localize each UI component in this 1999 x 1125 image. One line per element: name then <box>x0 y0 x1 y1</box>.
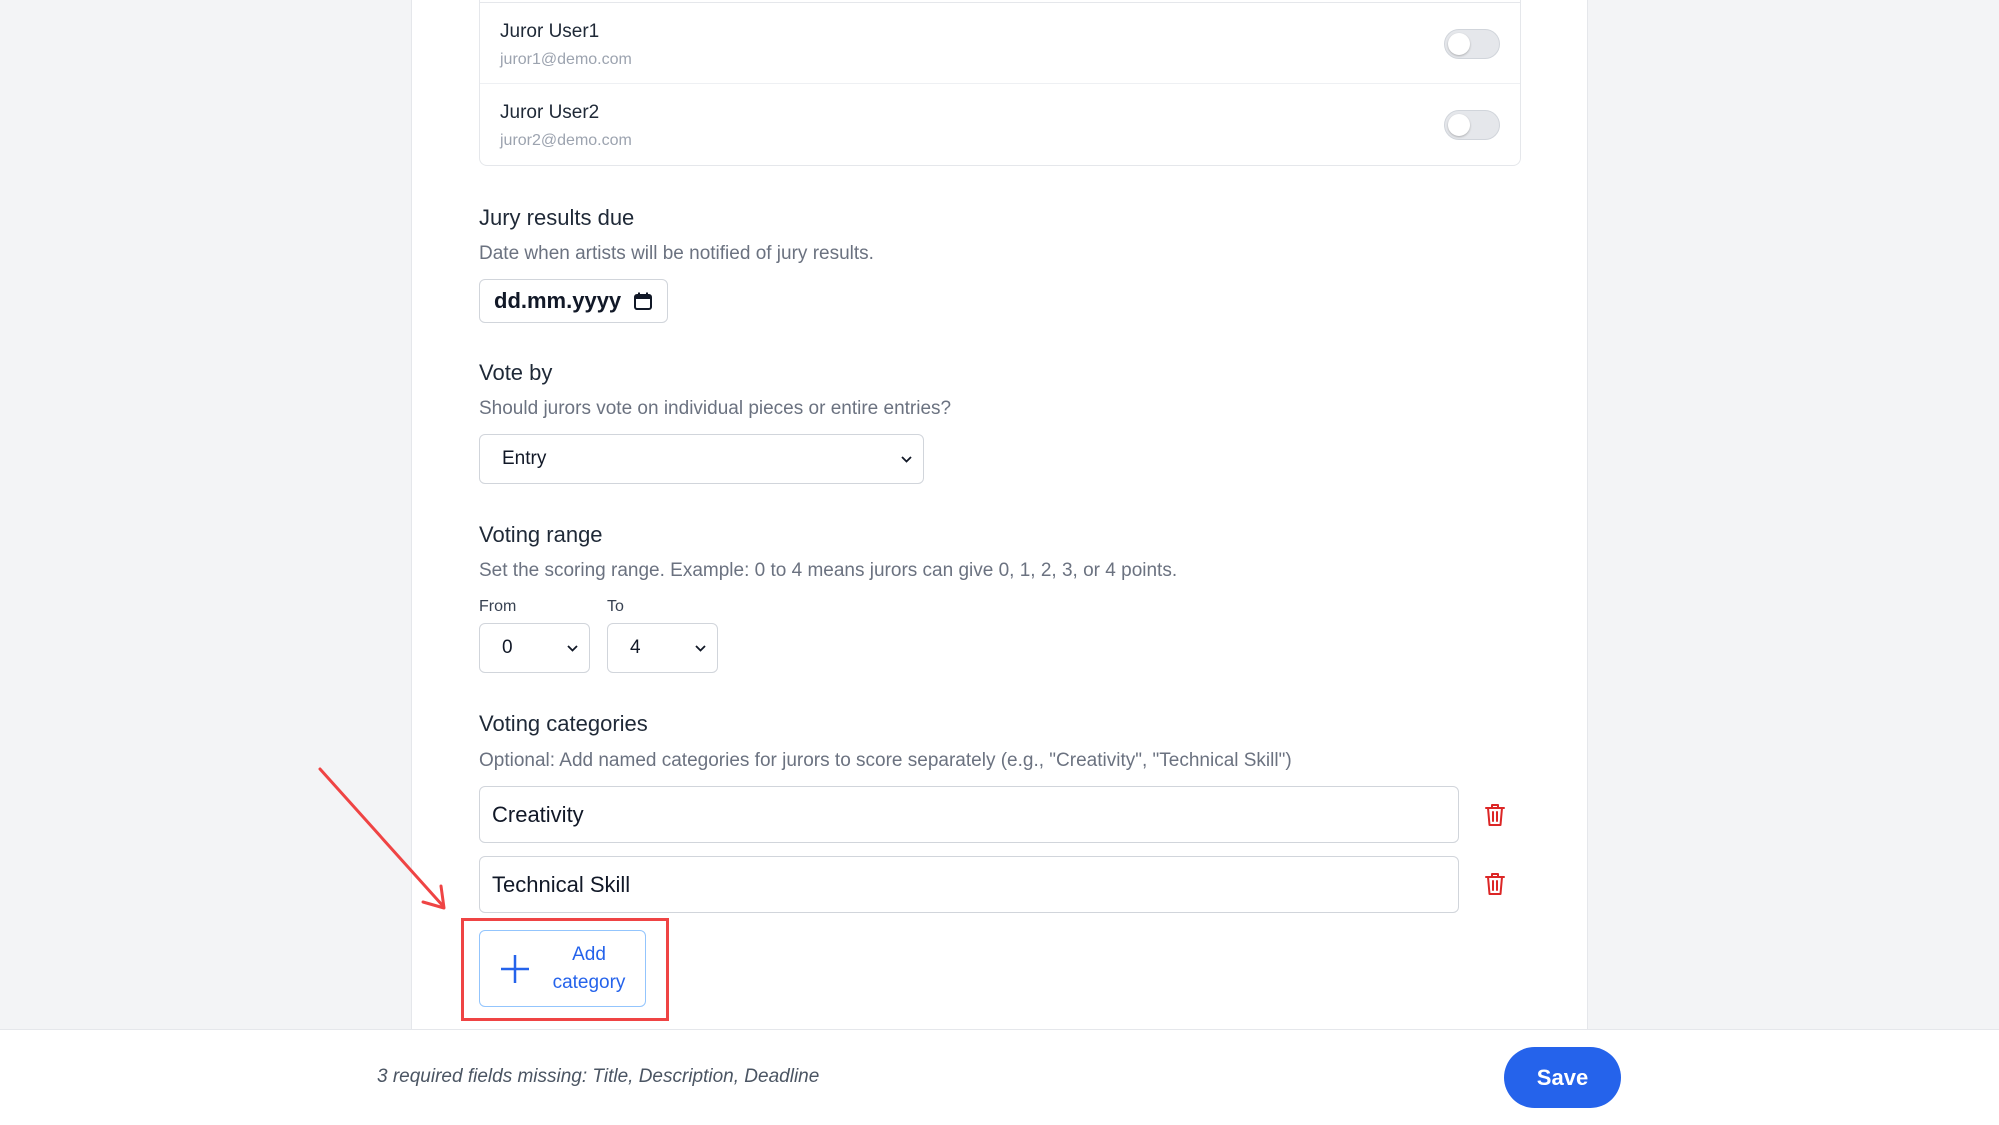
footer-bar: 3 required fields missing: Title, Descri… <box>0 1029 1999 1125</box>
toggle-knob <box>1448 33 1470 55</box>
calendar-icon[interactable] <box>633 291 653 311</box>
jury-results-date-input[interactable]: dd.mm.yyyy <box>479 279 668 323</box>
trash-icon[interactable] <box>1483 802 1507 828</box>
juror-row: Juror User1 juror1@demo.com <box>480 2 1520 84</box>
juror-name: Juror User1 <box>500 21 600 42</box>
date-placeholder: dd.mm.yyyy <box>494 288 622 313</box>
vote-by-description: Should jurors vote on individual pieces … <box>479 398 952 419</box>
save-button[interactable]: Save <box>1504 1047 1621 1108</box>
from-label: From <box>479 598 517 615</box>
juror-email: juror1@demo.com <box>500 51 632 68</box>
category-value: Creativity <box>492 801 584 827</box>
category-value: Technical Skill <box>492 871 631 897</box>
toggle-knob <box>1448 114 1470 136</box>
range-from-value: 0 <box>502 637 513 658</box>
voting-categories-description: Optional: Add named categories for juror… <box>479 750 1292 771</box>
missing-fields-message: 3 required fields missing: Title, Descri… <box>377 1066 820 1087</box>
chevron-down-icon <box>901 456 912 463</box>
juror-toggle[interactable] <box>1444 110 1500 140</box>
vote-by-select[interactable]: Entry <box>479 434 924 484</box>
voting-range-title: Voting range <box>479 522 603 547</box>
chevron-down-icon <box>695 645 706 652</box>
juror-toggle[interactable] <box>1444 29 1500 59</box>
jury-results-description: Date when artists will be notified of ju… <box>479 243 874 264</box>
trash-icon[interactable] <box>1483 871 1507 897</box>
category-input[interactable]: Technical Skill <box>479 856 1459 913</box>
annotation-highlight-box <box>461 918 669 1021</box>
juror-email: juror2@demo.com <box>500 132 632 149</box>
voting-range-description: Set the scoring range. Example: 0 to 4 m… <box>479 560 1178 581</box>
vote-by-value: Entry <box>502 448 547 469</box>
juror-list: Juror User1 juror1@demo.com Juror User2 … <box>479 0 1521 166</box>
range-to-value: 4 <box>630 637 641 658</box>
vote-by-title: Vote by <box>479 360 553 385</box>
juror-name: Juror User2 <box>500 102 600 123</box>
jury-results-title: Jury results due <box>479 205 635 230</box>
juror-row: Juror User2 juror2@demo.com <box>480 84 1520 166</box>
chevron-down-icon <box>567 645 578 652</box>
range-from-select[interactable]: 0 <box>479 623 590 673</box>
annotation-arrow <box>318 767 446 910</box>
category-input[interactable]: Creativity <box>479 786 1459 843</box>
voting-categories-title: Voting categories <box>479 711 648 736</box>
to-label: To <box>607 598 624 615</box>
range-to-select[interactable]: 4 <box>607 623 718 673</box>
